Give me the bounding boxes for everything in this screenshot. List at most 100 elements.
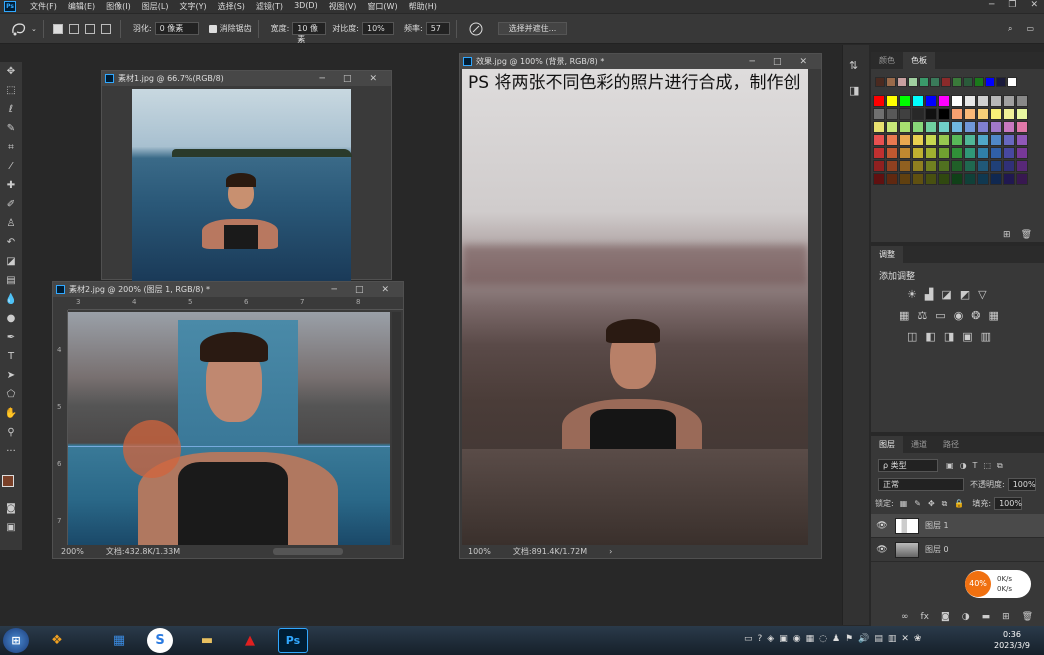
close-icon[interactable]: ✕: [799, 57, 807, 67]
swatch[interactable]: [912, 95, 924, 107]
lock-paint-icon[interactable]: ✎: [914, 499, 921, 509]
threshold-icon[interactable]: ◨: [944, 330, 954, 343]
network-monitor-widget[interactable]: 40% 0K/s 0K/s: [965, 570, 1031, 598]
swatch[interactable]: [899, 160, 911, 172]
swatch[interactable]: [912, 147, 924, 159]
close-icon[interactable]: ✕: [1030, 0, 1038, 10]
menu-item[interactable]: 图层(L): [142, 1, 169, 12]
swatch[interactable]: [964, 134, 976, 146]
swatch[interactable]: [963, 77, 973, 87]
swatch[interactable]: [930, 77, 940, 87]
document-window-2[interactable]: 素材2.jpg @ 200% (图层 1, RGB/8) * ─ □ ✕ 3 4 5 6 7…: [52, 281, 404, 559]
swatch[interactable]: [1016, 95, 1028, 107]
tray-icon[interactable]: ◉: [793, 634, 801, 644]
exposure-icon[interactable]: ◩: [960, 288, 970, 301]
layer-name[interactable]: 图层 1: [925, 520, 949, 531]
start-button[interactable]: ⊞: [3, 628, 29, 653]
swatch[interactable]: [886, 77, 896, 87]
layer-row[interactable]: 👁 图层 1: [871, 514, 1044, 538]
swatch[interactable]: [938, 95, 950, 107]
swatch[interactable]: [886, 108, 898, 120]
swatch[interactable]: [964, 121, 976, 133]
layer-row[interactable]: 👁 图层 0: [871, 538, 1044, 562]
lookup-icon[interactable]: ▦: [989, 309, 999, 322]
healing-tool-icon[interactable]: ✚: [0, 176, 22, 195]
swatch[interactable]: [912, 173, 924, 185]
swatch[interactable]: [886, 134, 898, 146]
swatch[interactable]: [897, 77, 907, 87]
vertical-scrollbar[interactable]: [392, 312, 401, 546]
zoom-tool-icon[interactable]: ⚲: [0, 423, 22, 442]
type-filter-icon[interactable]: T: [973, 461, 978, 471]
swatch[interactable]: [925, 173, 937, 185]
swatch[interactable]: [952, 77, 962, 87]
bw-icon[interactable]: ▭: [935, 309, 945, 322]
swatch[interactable]: [886, 147, 898, 159]
swatch[interactable]: [1003, 173, 1015, 185]
screen-mode-icon[interactable]: ▣: [0, 518, 22, 537]
swatch[interactable]: [977, 108, 989, 120]
swatch[interactable]: [1003, 147, 1015, 159]
swatch[interactable]: [1016, 121, 1028, 133]
color-swatches[interactable]: [0, 461, 22, 499]
photoshop-taskbar-icon[interactable]: Ps: [278, 628, 308, 653]
swatch[interactable]: [977, 173, 989, 185]
quick-mask-icon[interactable]: ◙: [0, 499, 22, 518]
swatch[interactable]: [951, 134, 963, 146]
swatch[interactable]: [899, 108, 911, 120]
document-window-1[interactable]: 素材1.jpg @ 66.7%(RGB/8) ─ □ ✕: [101, 70, 392, 281]
swatch[interactable]: [938, 121, 950, 133]
swatch[interactable]: [977, 134, 989, 146]
minimize-icon[interactable]: ─: [332, 285, 337, 295]
close-icon[interactable]: ✕: [381, 285, 389, 295]
crop-tool-icon[interactable]: ⌗: [0, 138, 22, 157]
flag-icon[interactable]: ⚑: [845, 634, 853, 644]
history-icon[interactable]: ⇅: [849, 59, 869, 72]
volume-icon[interactable]: 🔊: [858, 634, 869, 644]
balance-icon[interactable]: ⚖: [917, 309, 927, 322]
swatch[interactable]: [964, 147, 976, 159]
swatch[interactable]: [974, 77, 984, 87]
search-icon[interactable]: ⌕: [1008, 24, 1012, 34]
fx-icon[interactable]: fx: [921, 612, 930, 622]
document-window-3[interactable]: 效果.jpg @ 100% (背景, RGB/8) * ─ □ ✕ PS 将两张不同…: [459, 53, 822, 559]
swatch[interactable]: [873, 160, 885, 172]
swatch[interactable]: [990, 160, 1002, 172]
gradient-tool-icon[interactable]: ▤: [0, 271, 22, 290]
swatch[interactable]: [873, 134, 885, 146]
swatch[interactable]: [938, 173, 950, 185]
swatch[interactable]: [925, 147, 937, 159]
eyedropper-tool-icon[interactable]: ⁄: [0, 157, 22, 176]
horizontal-scrollbar[interactable]: [273, 548, 343, 555]
intersect-selection-icon[interactable]: [100, 23, 111, 34]
trash-icon[interactable]: 🗑: [1022, 612, 1033, 622]
minimize-icon[interactable]: ─: [750, 57, 755, 67]
lock-pixels-icon[interactable]: ▦: [900, 499, 908, 509]
eye-icon[interactable]: 👁: [875, 545, 889, 555]
new-layer-icon[interactable]: ⊞: [1002, 612, 1010, 622]
tray-icon[interactable]: ✕: [901, 634, 909, 644]
brightness-icon[interactable]: ☀: [907, 288, 917, 301]
lasso-tool-icon[interactable]: ℓ: [0, 100, 22, 119]
contrast-input[interactable]: 10%: [361, 22, 394, 35]
vibrance-icon[interactable]: ▽: [978, 288, 986, 301]
swatch[interactable]: [925, 134, 937, 146]
quick-select-tool-icon[interactable]: ✎: [0, 119, 22, 138]
tab-channels[interactable]: 通道: [903, 436, 935, 453]
tray-icon[interactable]: ❀: [914, 634, 922, 644]
menu-item[interactable]: 文字(Y): [179, 1, 206, 12]
invert-icon[interactable]: ◫: [907, 330, 917, 343]
opacity-input[interactable]: 100%: [1007, 478, 1036, 491]
eye-icon[interactable]: 👁: [875, 521, 889, 531]
swatch[interactable]: [919, 77, 929, 87]
swatch[interactable]: [951, 160, 963, 172]
app-icon-2[interactable]: ▦: [102, 628, 136, 653]
tray-icon[interactable]: ?: [758, 634, 763, 644]
swatch[interactable]: [1007, 77, 1017, 87]
shape-filter-icon[interactable]: ⬚: [983, 461, 991, 471]
magnetic-lasso-icon[interactable]: ⌄: [10, 21, 37, 37]
menu-item[interactable]: 窗口(W): [367, 1, 397, 12]
blend-mode-select[interactable]: 正常: [878, 478, 964, 491]
chevron-right-icon[interactable]: ›: [609, 547, 612, 556]
shape-tool-icon[interactable]: ⬠: [0, 385, 22, 404]
